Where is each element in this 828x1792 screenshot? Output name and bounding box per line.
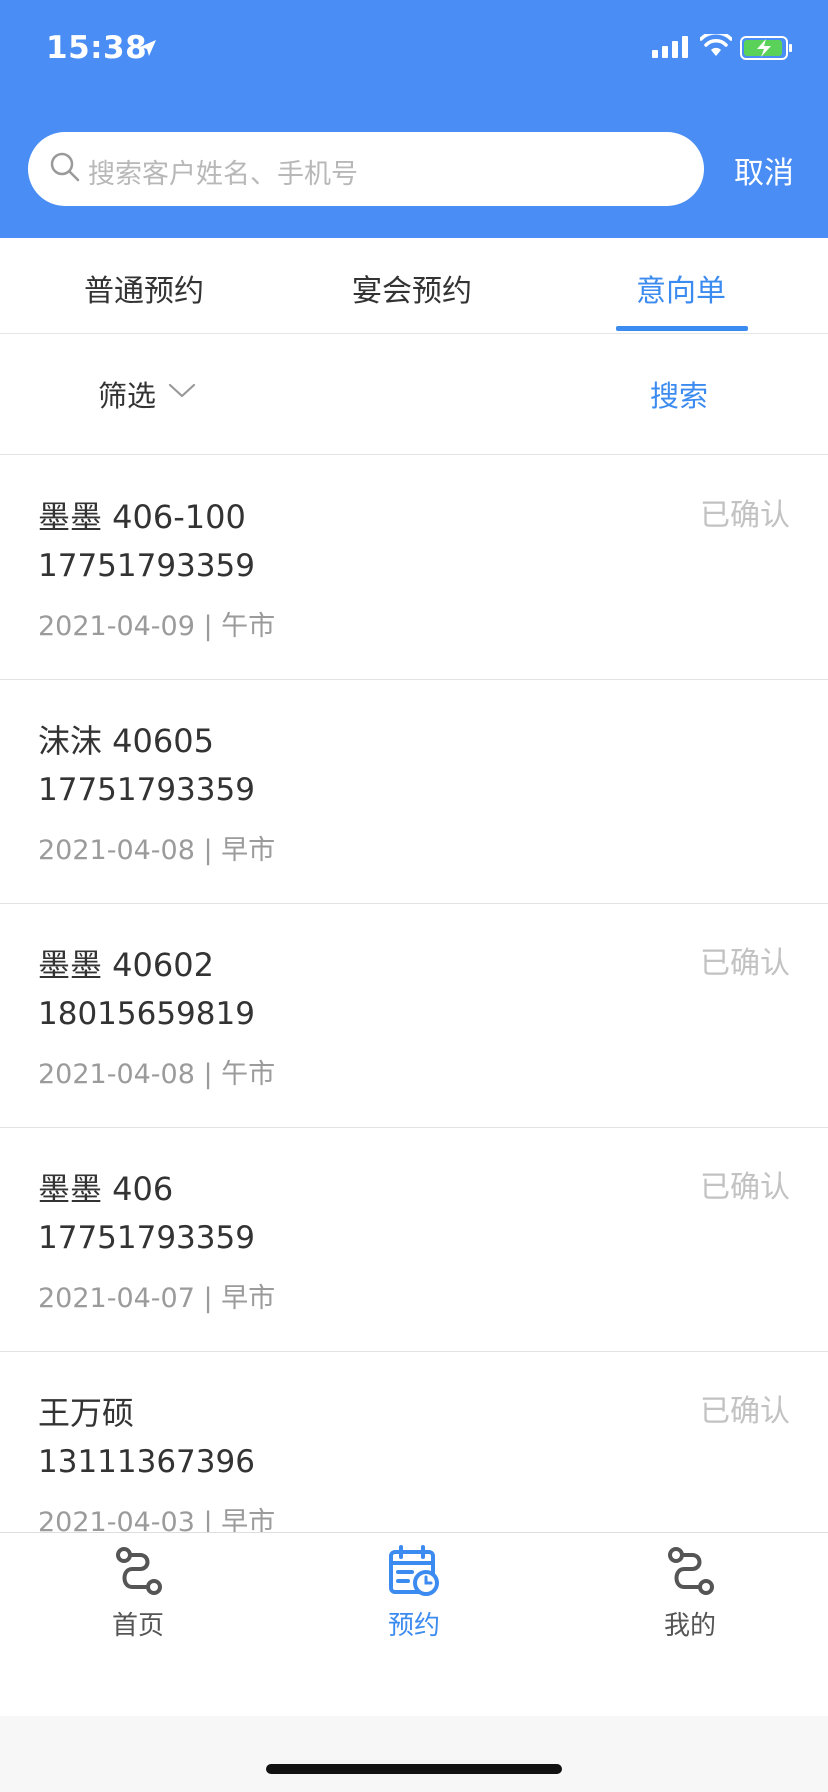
list-item[interactable]: 墨墨 406-100 17751793359 2021-04-09 | 午市 已… — [0, 456, 828, 680]
status-badge: 已确认 — [700, 498, 790, 533]
list-item[interactable]: 墨墨 406 17751793359 2021-04-07 | 早市 已确认 — [0, 1128, 828, 1352]
status-badge: 已确认 — [700, 1170, 790, 1205]
nav-mine-label: 我的 — [663, 1611, 716, 1641]
filter-row: 筛选 搜索 — [0, 335, 828, 455]
reservation-list: 墨墨 406-100 17751793359 2021-04-09 | 午市 已… — [0, 456, 828, 1552]
customer-name: 墨墨 40602 — [38, 946, 214, 984]
tab-bar: 普通预约 宴会预约 意向单 — [0, 238, 828, 334]
customer-name: 墨墨 406 — [38, 1170, 174, 1208]
battery-charging-icon — [740, 36, 792, 60]
reservation-date-session: 2021-04-08 | 午市 — [38, 1059, 276, 1090]
search-button[interactable]: 搜索 — [650, 373, 708, 415]
tab-normal-reservation[interactable]: 普通预约 — [84, 266, 204, 310]
chevron-down-icon[interactable] — [168, 383, 196, 399]
customer-name: 王万硕 — [38, 1394, 135, 1432]
customer-phone: 17751793359 — [38, 548, 255, 584]
route-icon — [116, 1547, 162, 1595]
search-input[interactable]: 搜索客户姓名、手机号 — [28, 132, 704, 206]
calendar-clock-icon — [389, 1545, 439, 1596]
nav-mine[interactable]: 我的 — [630, 1543, 750, 1642]
status-badge: 已确认 — [700, 946, 790, 981]
search-icon — [50, 152, 80, 182]
bottom-nav: 首页 预约 我的 — [0, 1532, 828, 1716]
customer-phone: 13111367396 — [38, 1444, 255, 1480]
status-bar: 15:38 — [0, 0, 828, 100]
status-time: 15:38 — [46, 30, 148, 66]
list-item[interactable]: 沫沫 40605 17751793359 2021-04-08 | 早市 — [0, 680, 828, 904]
safe-area — [0, 1716, 828, 1792]
active-tab-indicator — [616, 326, 748, 331]
nav-home-label: 首页 — [111, 1611, 164, 1641]
route-icon — [668, 1547, 714, 1595]
search-placeholder: 搜索客户姓名、手机号 — [88, 159, 358, 190]
tab-banquet-reservation[interactable]: 宴会预约 — [352, 266, 472, 310]
nav-home[interactable]: 首页 — [78, 1543, 198, 1642]
header: 15:38 搜索客户姓名、手机号 取消 — [0, 0, 828, 238]
tab-intention-order[interactable]: 意向单 — [636, 266, 726, 310]
location-arrow-icon — [140, 40, 156, 56]
wifi-icon — [700, 34, 732, 56]
cancel-button[interactable]: 取消 — [734, 148, 794, 192]
customer-name: 墨墨 406-100 — [38, 498, 246, 536]
list-item[interactable]: 王万硕 13111367396 2021-04-03 | 早市 已确认 — [0, 1352, 828, 1552]
customer-phone: 17751793359 — [38, 772, 255, 808]
signal-icon — [652, 36, 688, 58]
customer-phone: 17751793359 — [38, 1220, 255, 1256]
reservation-date-session: 2021-04-08 | 早市 — [38, 835, 276, 866]
status-badge: 已确认 — [700, 1394, 790, 1429]
home-indicator[interactable] — [266, 1764, 562, 1774]
list-item[interactable]: 墨墨 40602 18015659819 2021-04-08 | 午市 已确认 — [0, 904, 828, 1128]
customer-name: 沫沫 40605 — [38, 722, 214, 760]
reservation-date-session: 2021-04-07 | 早市 — [38, 1283, 276, 1314]
filter-button[interactable]: 筛选 — [98, 373, 156, 415]
customer-phone: 18015659819 — [38, 996, 255, 1032]
nav-reservation[interactable]: 预约 — [354, 1543, 474, 1642]
nav-reservation-label: 预约 — [387, 1611, 440, 1641]
reservation-date-session: 2021-04-09 | 午市 — [38, 611, 276, 642]
